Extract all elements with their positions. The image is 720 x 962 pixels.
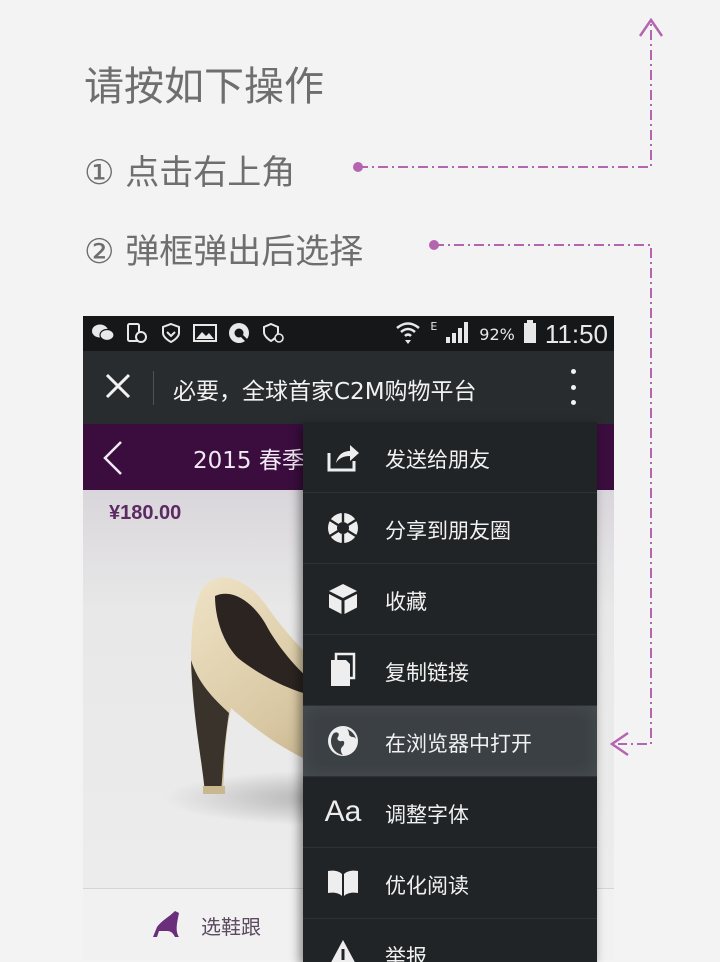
instruction-step-1: ① 点击右上角	[84, 153, 296, 193]
product-header-title: 2015 春季	[193, 448, 305, 474]
app-q-icon	[227, 322, 251, 344]
more-menu-button[interactable]	[563, 369, 583, 405]
more-dot-icon	[570, 384, 576, 390]
favorite-box-icon	[325, 581, 361, 617]
title-divider	[153, 371, 154, 405]
more-dot-icon	[570, 369, 576, 374]
instruction-heading: 请按如下操作	[84, 64, 324, 110]
high-heel-icon[interactable]	[149, 907, 183, 941]
copy-link-icon	[325, 652, 361, 688]
back-chevron-icon[interactable]	[101, 440, 125, 476]
menu-item-label: 举报	[385, 945, 427, 962]
menu-item-send-to-friend[interactable]: 发送给朋友	[303, 422, 597, 493]
step2-arrowhead-icon	[609, 731, 629, 757]
choose-heel-label[interactable]: 选鞋跟	[201, 911, 261, 940]
wifi-icon	[394, 319, 422, 349]
wechat-title-bar: 必要，全球首家C2M购物平台	[83, 351, 614, 424]
status-left-icons	[91, 322, 285, 344]
menu-item-label: 收藏	[385, 590, 427, 614]
share-popup-menu: 发送给朋友 分享到朋友圈 收藏 复制链接 在浏览器中打开 Aa 调整字体 优化阅…	[303, 422, 597, 962]
wechat-icon	[91, 322, 115, 344]
product-price: ¥180.00	[109, 502, 182, 524]
battery-percent: 92%	[479, 324, 515, 344]
menu-item-label: 调整字体	[385, 803, 469, 827]
menu-item-font-size[interactable]: Aa 调整字体	[303, 777, 597, 848]
moments-icon	[325, 510, 361, 546]
menu-item-label: 在浏览器中打开	[385, 732, 532, 756]
menu-item-favorite[interactable]: 收藏	[303, 564, 597, 635]
warning-icon	[325, 936, 361, 962]
status-bar: E 92% 11:50	[83, 316, 614, 351]
book-icon	[325, 865, 361, 901]
menu-item-share-moments[interactable]: 分享到朋友圈	[303, 493, 597, 564]
gallery-icon	[193, 322, 217, 344]
instruction-step-2: ② 弹框弹出后选择	[84, 232, 364, 272]
menu-item-label: 发送给朋友	[385, 448, 490, 472]
menu-item-label: 复制链接	[385, 661, 469, 685]
more-dot-icon	[570, 400, 576, 405]
network-type-label: E	[430, 320, 438, 333]
menu-item-optimize-reading[interactable]: 优化阅读	[303, 848, 597, 919]
security-icon	[261, 322, 285, 344]
share-to-friend-icon	[325, 439, 361, 475]
menu-item-report[interactable]: 举报	[303, 919, 597, 962]
step1-arrowhead-icon	[638, 17, 664, 37]
close-icon[interactable]	[103, 371, 133, 401]
status-right-icons: E 92% 11:50	[394, 318, 608, 350]
menu-item-copy-link[interactable]: 复制链接	[303, 635, 597, 706]
menu-item-label: 分享到朋友圈	[385, 519, 511, 543]
battery-icon	[523, 320, 537, 348]
signal-icon	[445, 320, 471, 348]
menu-item-open-in-browser[interactable]: 在浏览器中打开	[303, 706, 597, 777]
step1-arrow-line	[358, 24, 652, 168]
font-size-icon-text: Aa	[324, 795, 362, 828]
font-size-icon: Aa	[324, 794, 362, 830]
status-time: 11:50	[544, 318, 608, 349]
menu-item-label: 优化阅读	[385, 874, 469, 898]
phone-status-icon	[125, 322, 149, 344]
step1-dot	[353, 162, 363, 172]
step2-dot	[429, 240, 439, 250]
globe-icon	[325, 723, 361, 759]
vpn-shield-icon	[159, 322, 183, 344]
page-title: 必要，全球首家C2M购物平台	[173, 379, 477, 405]
